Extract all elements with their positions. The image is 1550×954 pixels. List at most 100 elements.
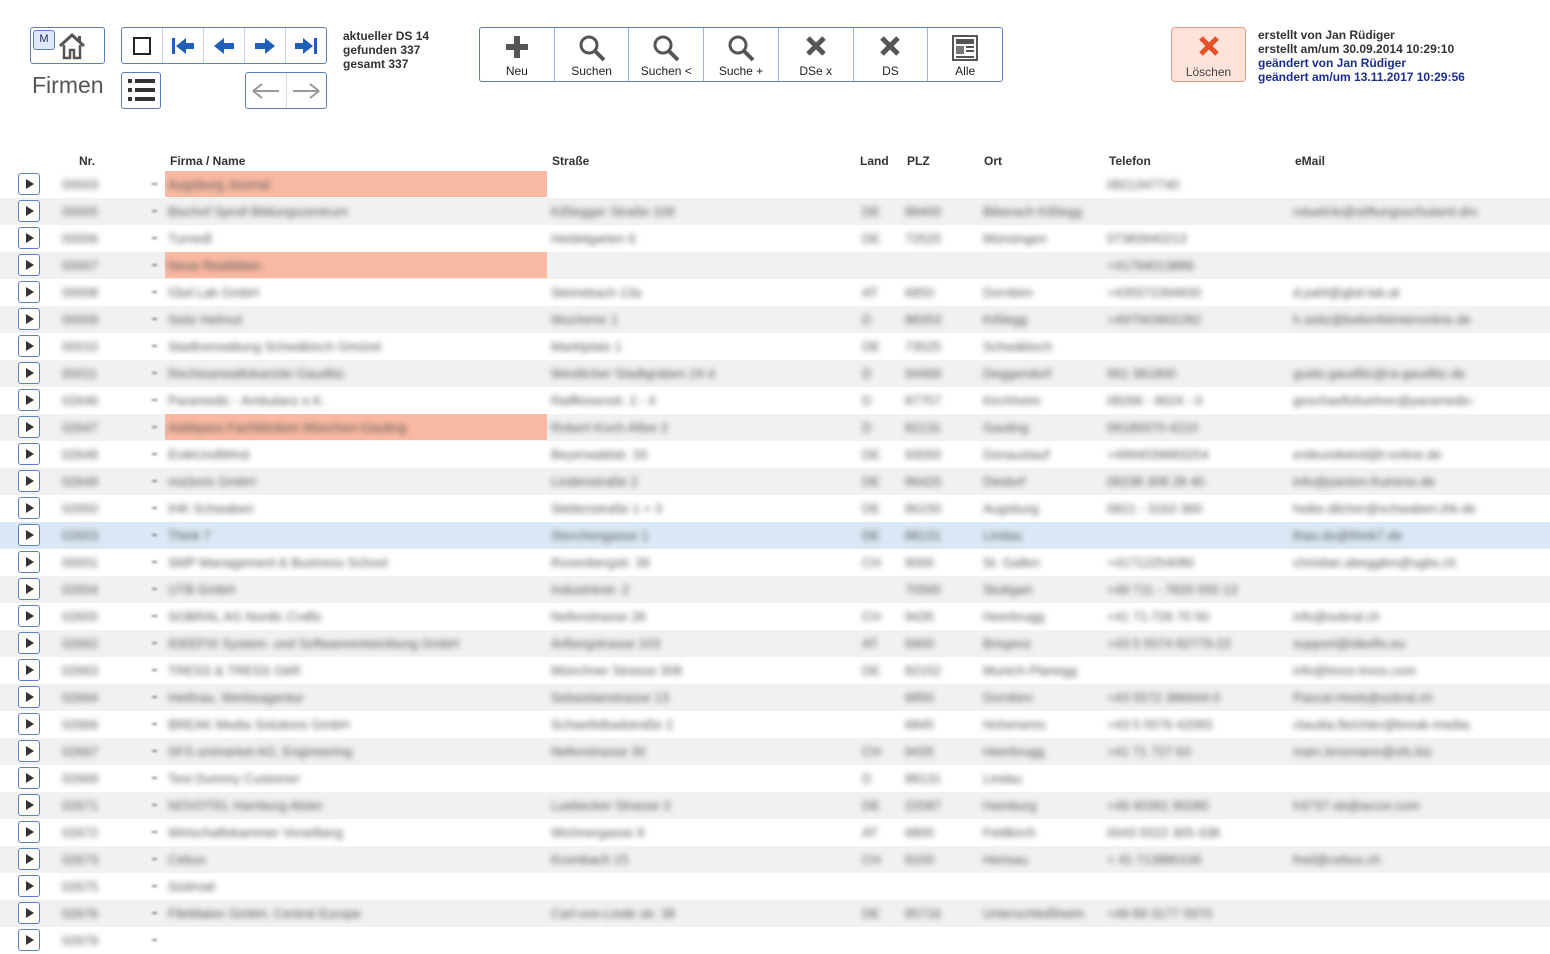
- table-row[interactable]: 02673 Cebus Krombach 15 CH 9100 Herisau + 41 7…: [0, 846, 1550, 873]
- open-record-button[interactable]: [18, 713, 40, 735]
- open-record-button[interactable]: [18, 551, 40, 573]
- table-row[interactable]: 02648 ErdeUndWind Beyerwaldstr. 33 DE 93093 D…: [0, 441, 1550, 468]
- open-record-button[interactable]: [18, 740, 40, 762]
- open-record-button[interactable]: [18, 362, 40, 384]
- cell-plz: 82131: [905, 420, 942, 435]
- table-row[interactable]: 02671 NOVOTEL Hamburg Alster Luebecker Str…: [0, 792, 1550, 819]
- header-email[interactable]: eMail: [1295, 154, 1325, 168]
- header-strasse[interactable]: Straße: [552, 154, 589, 168]
- table-row[interactable]: 02672 Wirtschaftskammer Vorarlberg Wichner…: [0, 819, 1550, 846]
- open-record-button[interactable]: [18, 173, 40, 195]
- open-record-button[interactable]: [18, 686, 40, 708]
- open-record-button[interactable]: [18, 497, 40, 519]
- cell-land: AT: [862, 285, 878, 300]
- list-view-button[interactable]: [121, 72, 161, 109]
- open-record-button[interactable]: [18, 578, 40, 600]
- row-marker: [152, 264, 157, 266]
- open-record-button[interactable]: [18, 308, 40, 330]
- cell-firma: Think 7: [168, 528, 211, 543]
- cell-nr: 00007: [62, 258, 99, 273]
- open-record-button[interactable]: [18, 794, 40, 816]
- open-record-button[interactable]: [18, 389, 40, 411]
- open-record-button[interactable]: [18, 281, 40, 303]
- cell-nr: 02662: [62, 636, 99, 651]
- table-row[interactable]: 02655 SOBRAL AG Nordic Crafts Nefenstrasse…: [0, 603, 1550, 630]
- table-row[interactable]: 02650 IHK Schwaben Stettenstraße 1 + 3 DE 86…: [0, 495, 1550, 522]
- open-record-button[interactable]: [18, 443, 40, 465]
- table-row[interactable]: 00006 Turnedl Heidelgarten 6 DE 72525 Münsing…: [0, 225, 1550, 252]
- cell-firma: FileMaker GmbH, Central Europe: [168, 906, 361, 921]
- search-extend-button[interactable]: Suche +: [704, 28, 779, 81]
- cell-plz: 86150: [905, 501, 942, 516]
- open-record-button[interactable]: [18, 470, 40, 492]
- history-back-button[interactable]: [246, 73, 287, 108]
- open-record-button[interactable]: [18, 929, 40, 951]
- cell-plz: 88400: [905, 204, 942, 219]
- open-record-button[interactable]: [18, 632, 40, 654]
- cell-plz: 94469: [905, 366, 942, 381]
- table-row[interactable]: 02649 ma3oris GmbH Lindenstraße 2 DE 86420 Di…: [0, 468, 1550, 495]
- table-row[interactable]: 02662 IDEEFIX System- und Softwareentwick…: [0, 630, 1550, 657]
- home-button[interactable]: M: [30, 27, 105, 64]
- search-narrow-button[interactable]: Suchen <: [629, 28, 705, 81]
- open-record-button[interactable]: [18, 605, 40, 627]
- table-row[interactable]: 00010 Stadtverwaltung Schwäbisch Gmünd Mar…: [0, 333, 1550, 360]
- table-row[interactable]: 00005 Bischof Sproll Bildungszentrum Kißle…: [0, 198, 1550, 225]
- open-record-button[interactable]: [18, 524, 40, 546]
- next-record-button[interactable]: [245, 28, 286, 63]
- cell-ort: Donaustauf: [983, 447, 1050, 462]
- table-row[interactable]: 02653 Think 7 Storchengasse 1 DE 88131 Lindau…: [0, 522, 1550, 549]
- table-row[interactable]: 02646 Paramedic - Ambulanz e.K. Raiffeisen…: [0, 387, 1550, 414]
- delete-button[interactable]: Löschen: [1171, 27, 1246, 82]
- cell-ort: Stuttgart: [983, 582, 1033, 597]
- cell-land: DE: [862, 798, 881, 813]
- exclude-records-button[interactable]: DSe x: [779, 28, 854, 81]
- table-row[interactable]: 02647 Asklepios Fachkliniken München-Gaut…: [0, 414, 1550, 441]
- table-row[interactable]: 02676 FileMaker GmbH, Central Europe Carl-…: [0, 900, 1550, 927]
- table-row[interactable]: 02666 BREAK Media Solutions GmbH Schwefelb…: [0, 711, 1550, 738]
- open-record-button[interactable]: [18, 767, 40, 789]
- header-telefon[interactable]: Telefon: [1109, 154, 1151, 168]
- header-nr[interactable]: Nr.: [79, 154, 95, 168]
- new-button[interactable]: Neu: [480, 28, 555, 81]
- table-row[interactable]: 02675 Südmail: [0, 873, 1550, 900]
- table-row[interactable]: 02663 TRESS & TRESS GbR Münchner Strasse 3…: [0, 657, 1550, 684]
- open-record-button[interactable]: [18, 659, 40, 681]
- open-record-button[interactable]: [18, 335, 40, 357]
- cell-ort: Gauting: [983, 420, 1029, 435]
- table-row[interactable]: 02667 SFS unimarket AG, Engineering Nefens…: [0, 738, 1550, 765]
- table-row[interactable]: 00007 Neue Realitäten +41794013886: [0, 252, 1550, 279]
- table-row[interactable]: 00008 Gbd Lab GmbH Steinebach 13a AT 6850 Dor…: [0, 279, 1550, 306]
- table-row[interactable]: 02669 Test Dummy Customer D 88131 Lindau: [0, 765, 1550, 792]
- show-all-button[interactable]: Alle: [928, 28, 1002, 81]
- open-record-button[interactable]: [18, 416, 40, 438]
- exclude-record-button[interactable]: DS: [854, 28, 929, 81]
- open-record-button[interactable]: [18, 227, 40, 249]
- m-badge[interactable]: M: [33, 30, 55, 50]
- cell-nr: 02663: [62, 663, 99, 678]
- table-row[interactable]: 00001 SMP Management & Business School Ros…: [0, 549, 1550, 576]
- cell-plz: 88353: [905, 312, 942, 327]
- header-ort[interactable]: Ort: [984, 154, 1002, 168]
- open-record-button[interactable]: [18, 254, 40, 276]
- table-row[interactable]: 00011 Rechtsanwaltskanzlei Gaudlitz Westli…: [0, 360, 1550, 387]
- cell-nr: 02653: [62, 528, 99, 543]
- search-button[interactable]: Suchen: [555, 28, 630, 81]
- last-record-button[interactable]: [286, 28, 326, 63]
- history-forward-button[interactable]: [287, 73, 327, 108]
- header-firma[interactable]: Firma / Name: [170, 154, 245, 168]
- table-row[interactable]: 02664 Heißrau. Werbeagentur Sebastianstras…: [0, 684, 1550, 711]
- open-record-button[interactable]: [18, 200, 40, 222]
- previous-record-button[interactable]: [204, 28, 245, 63]
- first-record-button[interactable]: [163, 28, 204, 63]
- open-record-button[interactable]: [18, 848, 40, 870]
- open-record-button[interactable]: [18, 902, 40, 924]
- open-record-button[interactable]: [18, 821, 40, 843]
- table-row[interactable]: 00009 Seitz Helmut Wucherer 1 D 88353 Kißlegg…: [0, 306, 1550, 333]
- open-record-button[interactable]: [18, 875, 40, 897]
- table-row[interactable]: 02654 UTB GmbH Industriestr. 2 70565 Stuttga…: [0, 576, 1550, 603]
- header-plz[interactable]: PLZ: [907, 154, 930, 168]
- select-record-button[interactable]: [122, 28, 163, 63]
- table-row[interactable]: 00003 Augsburg Journal 0821347740: [0, 171, 1550, 198]
- header-land[interactable]: Land: [860, 154, 889, 168]
